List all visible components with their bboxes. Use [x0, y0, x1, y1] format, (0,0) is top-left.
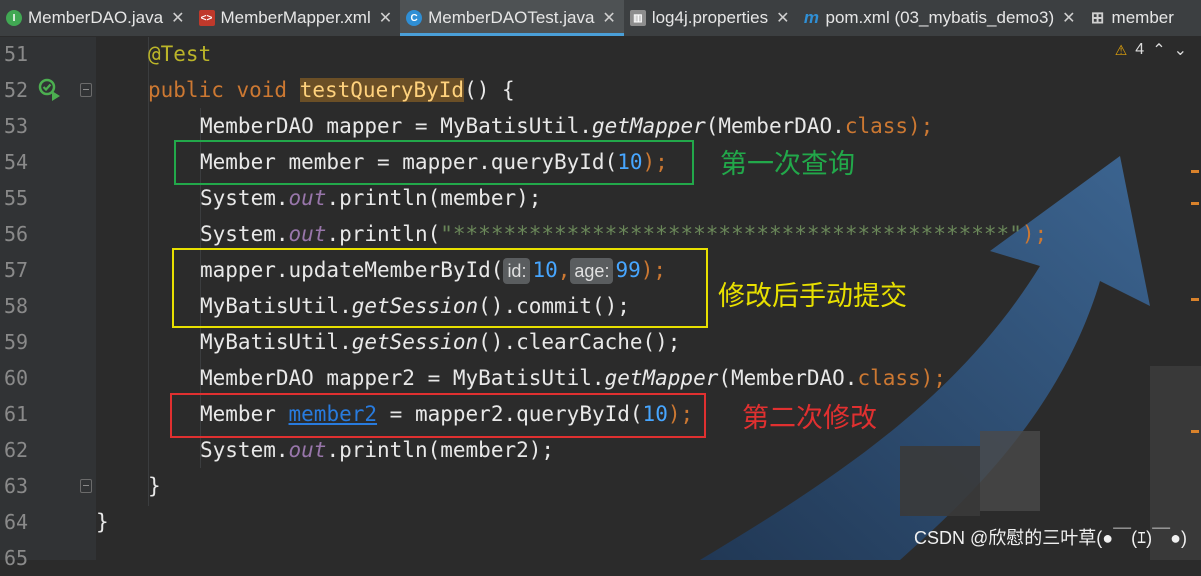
code-text: System. — [200, 438, 289, 462]
second-modify-box — [170, 393, 706, 438]
inspection-widget[interactable]: ⚠ 4 ⌃ ⌄ — [1115, 40, 1187, 60]
keyword: class — [857, 366, 921, 390]
fold-icon[interactable] — [80, 83, 92, 97]
run-test-icon[interactable] — [38, 78, 62, 102]
code-text: ); — [920, 366, 946, 390]
code-text: .println( — [326, 222, 441, 246]
code-line-52: public void testQueryById() { — [148, 72, 515, 108]
line-number: 63 — [4, 474, 29, 498]
static-field: out — [288, 222, 327, 246]
string-literal: "***************************************… — [440, 222, 1022, 246]
line-number: 61 — [4, 402, 29, 426]
tab-label: member — [1111, 8, 1174, 27]
table-icon: ⊞ — [1090, 10, 1105, 27]
code-text: System. — [200, 186, 289, 210]
warning-count: 4 — [1135, 41, 1145, 58]
line-number: 51 — [4, 42, 29, 66]
tab-memberdao[interactable]: I MemberDAO.java ✕ — [0, 0, 193, 36]
code-text: } — [148, 474, 161, 498]
tab-member-table[interactable]: ⊞ member — [1084, 0, 1182, 36]
code-text: (MemberDAO. — [718, 366, 858, 390]
line-number: 58 — [4, 294, 29, 318]
static-field: out — [288, 438, 327, 462]
tab-memberdaotest[interactable]: C MemberDAOTest.java ✕ — [400, 0, 624, 36]
close-icon[interactable]: ✕ — [776, 8, 789, 28]
properties-file-icon: ▥ — [629, 10, 646, 26]
line-number: 54 — [4, 150, 29, 174]
line-number: 52 — [4, 78, 29, 102]
warning-marker[interactable] — [1191, 430, 1199, 433]
line-number: 59 — [4, 330, 29, 354]
line-number-gutter: 51 52 53 54 55 56 57 58 59 60 61 62 63 6… — [0, 36, 96, 570]
code-text: ); — [1021, 222, 1048, 246]
code-line-55: System.out.println(member); — [200, 180, 541, 216]
warning-marker[interactable] — [1191, 170, 1199, 173]
tab-pom[interactable]: m pom.xml (03_mybatis_demo3) ✕ — [797, 0, 1083, 36]
code-line-59: MyBatisUtil.getSession().clearCache(); — [200, 324, 680, 360]
code-line-63: } — [148, 468, 161, 504]
code-text: System. — [200, 222, 289, 246]
modify-commit-box — [172, 248, 708, 328]
tab-label: MemberMapper.xml — [220, 8, 371, 27]
method-name[interactable]: testQueryById — [299, 78, 465, 102]
code-line-53: MemberDAO mapper = MyBatisUtil.getMapper… — [200, 108, 933, 144]
close-icon[interactable]: ✕ — [171, 8, 184, 28]
code-text: ().clearCache(); — [478, 330, 681, 354]
class-icon: C — [406, 10, 423, 26]
line-number: 55 — [4, 186, 29, 210]
close-icon[interactable]: ✕ — [379, 8, 392, 28]
warning-icon: ⚠ — [1114, 41, 1128, 58]
error-stripe[interactable] — [1191, 36, 1201, 560]
static-field: out — [288, 186, 327, 210]
tab-label: MemberDAOTest.java — [428, 8, 595, 27]
watermark: CSDN @欣慰的三叶草(●￣(ｴ)￣●) — [914, 528, 1187, 548]
warning-marker[interactable] — [1191, 298, 1199, 301]
keyword: class — [844, 114, 909, 138]
chevron-down-icon[interactable]: ⌄ — [1174, 40, 1187, 60]
code-line-64: } — [96, 504, 109, 540]
line-number: 60 — [4, 366, 29, 390]
code-text: } — [96, 510, 109, 534]
tab-label: log4j.properties — [651, 8, 769, 27]
method-call: getMapper — [604, 366, 719, 390]
first-query-note: 第一次查询 — [720, 149, 855, 179]
keyword: public void — [148, 78, 300, 102]
code-text: ); — [908, 114, 934, 138]
code-text: .println(member2); — [326, 438, 555, 462]
annotation-text: @Test — [148, 42, 212, 66]
editor-tab-bar: I MemberDAO.java ✕ <> MemberMapper.xml ✕… — [0, 0, 1201, 37]
code-text: .println(member); — [326, 186, 542, 210]
chevron-up-icon[interactable]: ⌃ — [1152, 40, 1165, 60]
code-line-56: System.out.println("********************… — [200, 216, 1047, 252]
xml-file-icon: <> — [198, 10, 215, 26]
first-query-box — [174, 140, 694, 185]
second-modify-note: 第二次修改 — [742, 403, 877, 433]
fold-icon[interactable] — [80, 479, 92, 493]
method-call: getSession — [351, 330, 479, 354]
tab-label: MemberDAO.java — [28, 8, 164, 27]
line-number: 62 — [4, 438, 29, 462]
close-icon[interactable]: ✕ — [1062, 8, 1075, 28]
interface-icon: I — [6, 10, 22, 26]
line-number: 53 — [4, 114, 29, 138]
code-line-60: MemberDAO mapper2 = MyBatisUtil.getMappe… — [200, 360, 946, 396]
line-number: 65 — [4, 546, 29, 570]
close-icon[interactable]: ✕ — [602, 8, 615, 28]
modify-commit-note: 修改后手动提交 — [718, 281, 907, 311]
code-text: () { — [464, 78, 515, 102]
code-text: MyBatisUtil. — [200, 330, 352, 354]
method-call: getMapper — [591, 114, 706, 138]
code-line-51: @Test — [148, 36, 211, 72]
line-number: 64 — [4, 510, 29, 534]
tab-label: pom.xml (03_mybatis_demo3) — [825, 8, 1055, 27]
line-number: 57 — [4, 258, 29, 282]
tab-membermapper[interactable]: <> MemberMapper.xml ✕ — [193, 0, 401, 36]
tab-log4j[interactable]: ▥ log4j.properties ✕ — [624, 0, 798, 36]
maven-icon: m — [803, 8, 820, 27]
code-text: MemberDAO mapper2 = MyBatisUtil. — [200, 366, 605, 390]
code-text: MemberDAO mapper = MyBatisUtil. — [200, 114, 592, 138]
code-text: (MemberDAO. — [705, 114, 845, 138]
line-number: 56 — [4, 222, 29, 246]
warning-marker[interactable] — [1191, 202, 1199, 205]
